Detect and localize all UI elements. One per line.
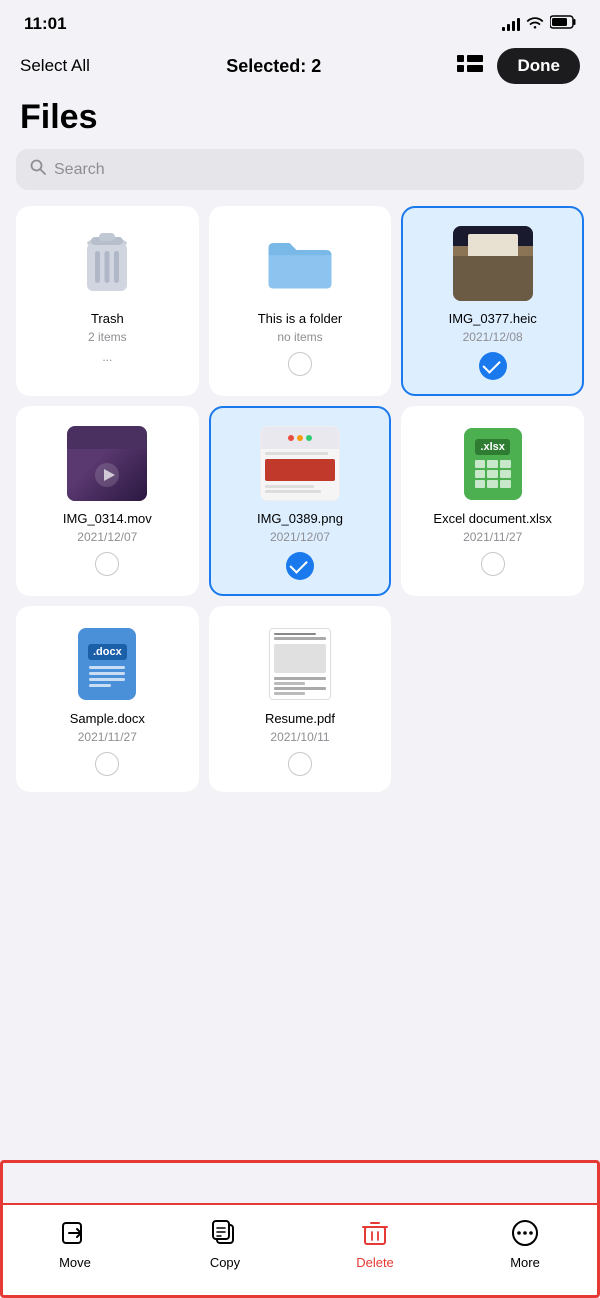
file-card-trash[interactable]: Trash 2 items ...	[16, 206, 199, 396]
delete-icon	[361, 1219, 389, 1250]
select-circle	[481, 552, 505, 576]
status-icons	[502, 15, 576, 34]
file-name: IMG_0314.mov	[63, 511, 152, 526]
move-button[interactable]: Move	[0, 1219, 150, 1270]
mov-thumb	[67, 426, 147, 501]
heic-thumb	[453, 226, 533, 301]
status-bar: 11:01	[0, 0, 600, 42]
file-card-folder[interactable]: This is a folder no items	[209, 206, 392, 396]
file-meta: no items	[277, 330, 322, 344]
select-check	[479, 352, 507, 380]
grid-icon	[457, 55, 483, 75]
docx-icon-wrap: .docx	[67, 626, 147, 701]
search-icon	[30, 159, 46, 180]
bottom-toolbar: Move Copy Delete	[0, 1203, 600, 1298]
search-bar-wrap: Search	[0, 149, 600, 206]
file-name: IMG_0377.heic	[449, 311, 537, 326]
pdf-thumb	[260, 626, 340, 701]
delete-label: Delete	[356, 1255, 394, 1270]
file-extra-meta: ...	[102, 350, 112, 364]
select-circle	[95, 552, 119, 576]
battery-icon	[550, 15, 576, 34]
grid-view-button[interactable]	[457, 55, 483, 78]
move-label: Move	[59, 1255, 91, 1270]
file-name: Excel document.xlsx	[433, 511, 552, 526]
xlsx-icon-wrap: .xlsx	[453, 426, 533, 501]
file-name: IMG_0389.png	[257, 511, 343, 526]
file-card-img0389[interactable]: IMG_0389.png 2021/12/07	[209, 406, 392, 596]
file-meta: 2021/11/27	[463, 530, 522, 544]
copy-icon	[211, 1219, 239, 1250]
page-title: Files	[0, 94, 600, 149]
search-placeholder: Search	[54, 161, 105, 179]
file-name: Trash	[91, 311, 124, 326]
top-bar-right: Done	[457, 48, 580, 84]
select-circle	[288, 752, 312, 776]
file-meta: 2021/12/07	[270, 530, 330, 544]
file-meta: 2021/12/08	[463, 330, 523, 344]
more-button[interactable]: More	[450, 1219, 600, 1270]
copy-button[interactable]: Copy	[150, 1219, 300, 1270]
search-bar[interactable]: Search	[16, 149, 584, 190]
file-card-img0314[interactable]: IMG_0314.mov 2021/12/07	[16, 406, 199, 596]
selected-count: Selected: 2	[226, 56, 321, 77]
file-meta: 2021/11/27	[78, 730, 137, 744]
move-icon	[61, 1219, 89, 1250]
select-all-button[interactable]: Select All	[20, 56, 90, 76]
select-circle	[288, 352, 312, 376]
png-thumb	[260, 426, 340, 501]
file-card-sample[interactable]: .docx Sample.docx 2021/11/27	[16, 606, 199, 792]
more-icon	[511, 1219, 539, 1250]
status-time: 11:01	[24, 14, 67, 34]
file-meta: 2 items	[88, 330, 127, 344]
file-name: This is a folder	[258, 311, 343, 326]
more-label: More	[510, 1255, 540, 1270]
files-grid: Trash 2 items ... This is a folder no it…	[0, 206, 600, 792]
file-card-excel[interactable]: .xlsx Excel document.xlsx 2021/11/27	[401, 406, 584, 596]
copy-label: Copy	[210, 1255, 240, 1270]
file-name: Sample.docx	[70, 711, 145, 726]
file-meta: 2021/10/11	[270, 730, 329, 744]
trash-icon-wrap	[67, 226, 147, 301]
select-check	[286, 552, 314, 580]
file-name: Resume.pdf	[265, 711, 335, 726]
folder-icon-wrap	[260, 226, 340, 301]
file-card-img0377[interactable]: IMG_0377.heic 2021/12/08	[401, 206, 584, 396]
wifi-icon	[526, 15, 544, 34]
top-action-bar: Select All Selected: 2 Done	[0, 42, 600, 94]
signal-icon	[502, 17, 520, 31]
done-button[interactable]: Done	[497, 48, 580, 84]
select-circle	[95, 752, 119, 776]
file-meta: 2021/12/07	[77, 530, 137, 544]
delete-button[interactable]: Delete	[300, 1219, 450, 1270]
file-card-resume[interactable]: Resume.pdf 2021/10/11	[209, 606, 392, 792]
